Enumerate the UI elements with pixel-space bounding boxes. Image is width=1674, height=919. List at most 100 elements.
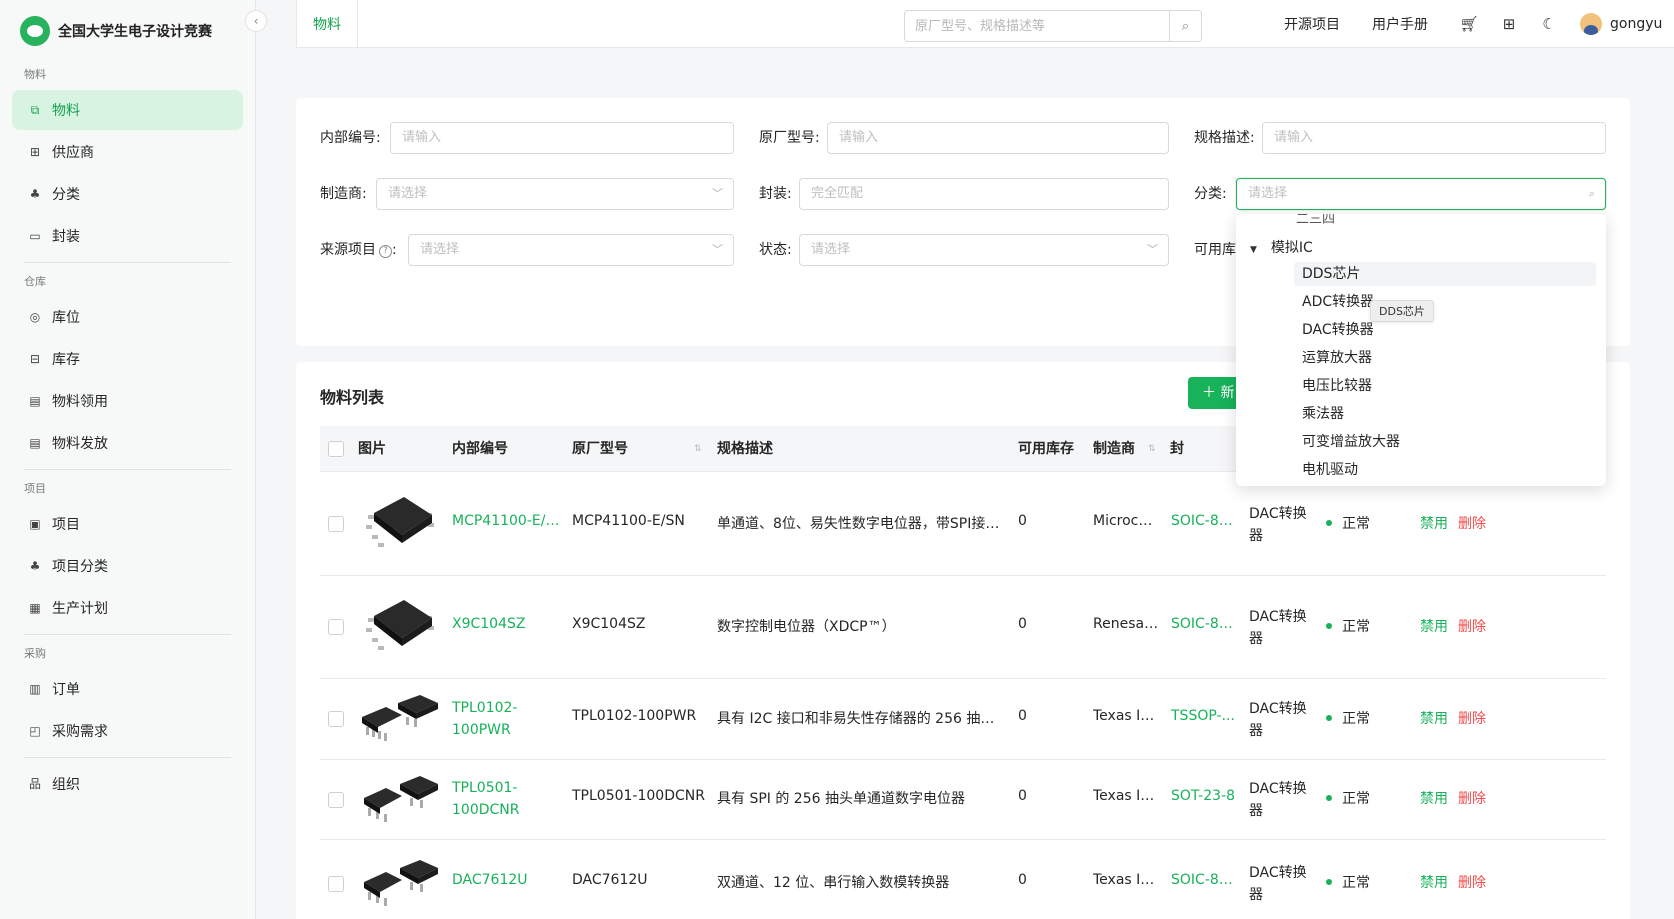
disable-button[interactable]: 禁用: [1420, 711, 1448, 727]
select-all-checkbox[interactable]: [328, 441, 344, 457]
divider: [24, 757, 231, 758]
internal-no-link[interactable]: TPL0501-100DCNR: [452, 777, 564, 821]
package-link[interactable]: TSSOP-...: [1171, 708, 1237, 724]
dropdown-item[interactable]: 运算放大器: [1294, 346, 1596, 370]
dropdown-item[interactable]: ADC转换器: [1294, 290, 1596, 314]
mfr-part-input[interactable]: 请输入: [827, 122, 1169, 154]
col-mfr-part-label: 原厂型号: [572, 441, 628, 457]
caret-down-icon[interactable]: ▼: [1250, 245, 1257, 255]
sidebar-item-package[interactable]: ▭ 封装: [12, 216, 243, 256]
moon-icon[interactable]: ☾: [1540, 15, 1558, 33]
source-project-select[interactable]: 请选择 ﹀: [408, 234, 734, 266]
package-link[interactable]: SOIC-8_...: [1171, 616, 1237, 632]
category-placeholder: 请选择: [1248, 186, 1288, 201]
dropdown-item[interactable]: 乘法器: [1294, 402, 1596, 426]
status-dot: [1326, 715, 1332, 721]
delete-button[interactable]: 删除: [1458, 791, 1486, 807]
table-row[interactable]: TPL0102-100PWR TPL0102-100PWR 具有 I2C 接口和…: [320, 679, 1606, 760]
delete-button[interactable]: 删除: [1458, 875, 1486, 891]
disable-button[interactable]: 禁用: [1420, 619, 1448, 635]
table-row[interactable]: DAC7612U DAC7612U 双通道、12 位、串行输入数模转换器 0 T…: [320, 840, 1606, 919]
dropdown-item[interactable]: 电压比较器: [1294, 374, 1596, 398]
spec-label: 规格描述:: [1194, 130, 1255, 146]
sidebar-item-project-category[interactable]: ♣ 项目分类: [12, 546, 243, 586]
package-link[interactable]: SOIC-8_...: [1171, 872, 1237, 888]
row-checkbox[interactable]: [328, 516, 344, 532]
search-input[interactable]: [905, 11, 1169, 41]
sidebar-item-purchase-demand[interactable]: ◰ 采购需求: [12, 711, 243, 751]
sidebar-item-material-request[interactable]: ▤ 物料领用: [12, 381, 243, 421]
top-links: 开源项目 用户手册 🛒︎ ⊞ ☾ gongyu: [1284, 0, 1662, 48]
table-row[interactable]: TPL0501-100DCNR TPL0501-100DCNR 具有 SPI 的…: [320, 760, 1606, 840]
sidebar-item-order[interactable]: ▥ 订单: [12, 669, 243, 709]
delete-button[interactable]: 删除: [1458, 516, 1486, 532]
internal-no-label: 内部编号:: [320, 130, 381, 146]
row-checkbox[interactable]: [328, 792, 344, 808]
sidebar-item-production-plan[interactable]: ▦ 生产计划: [12, 588, 243, 628]
sidebar-item-stock[interactable]: ⊟ 库存: [12, 339, 243, 379]
chip-image: [366, 497, 434, 547]
category-select[interactable]: 请选择 ⌕: [1236, 178, 1606, 210]
dropdown-group-analog-ic[interactable]: ▼ 模拟IC: [1250, 234, 1313, 262]
internal-no-link[interactable]: MCP41100-E/SN: [452, 513, 564, 529]
translate-icon[interactable]: ⊞: [1500, 15, 1518, 33]
category-label: 分类:: [1194, 186, 1227, 202]
sidebar-item-supplier[interactable]: ⊞ 供应商: [12, 132, 243, 172]
row-checkbox[interactable]: [328, 711, 344, 727]
package-link[interactable]: SOIC-8_...: [1171, 513, 1237, 529]
search-button[interactable]: ⌕: [1169, 11, 1201, 41]
sidebar-item-label: 物料发放: [52, 436, 108, 452]
spec-input[interactable]: 请输入: [1262, 122, 1606, 154]
dropdown-peek-item[interactable]: 二三四: [1296, 214, 1335, 227]
status-badge: 正常: [1326, 513, 1370, 533]
sidebar-item-material-issue[interactable]: ▤ 物料发放: [12, 423, 243, 463]
internal-no-input[interactable]: 请输入: [390, 122, 734, 154]
row-checkbox[interactable]: [328, 619, 344, 635]
internal-no-link[interactable]: DAC7612U: [452, 872, 564, 888]
cart-icon[interactable]: 🛒︎: [1459, 15, 1478, 33]
delete-button[interactable]: 删除: [1458, 711, 1486, 727]
sidebar-item-material[interactable]: ⧉ 物料: [12, 90, 243, 130]
col-manufacturer[interactable]: 制造商: [1093, 426, 1135, 472]
sidebar-item-label: 物料: [52, 103, 80, 119]
internal-no-link[interactable]: TPL0102-100PWR: [452, 697, 564, 741]
row-checkbox[interactable]: [328, 876, 344, 892]
sort-icon[interactable]: ⇅: [694, 426, 702, 472]
open-source-link[interactable]: 开源项目: [1284, 14, 1340, 34]
user-manual-link[interactable]: 用户手册: [1372, 14, 1428, 34]
delete-button[interactable]: 删除: [1458, 619, 1486, 635]
sidebar-item-category[interactable]: ♣ 分类: [12, 174, 243, 214]
col-internal-no: 内部编号: [452, 441, 508, 457]
sidebar-item-location[interactable]: ◎ 库位: [12, 297, 243, 337]
col-mfr-part[interactable]: 原厂型号: [572, 426, 628, 472]
dropdown-item[interactable]: DDS芯片: [1294, 262, 1596, 286]
status-select[interactable]: 请选择 ﹀: [799, 234, 1169, 266]
internal-no-link[interactable]: X9C104SZ: [452, 616, 564, 632]
sort-icon[interactable]: ⇅: [1148, 426, 1156, 472]
dropdown-item[interactable]: 电机驱动: [1294, 458, 1596, 482]
tab-material[interactable]: 物料: [296, 0, 358, 48]
sidebar-item-project[interactable]: ▣ 项目: [12, 504, 243, 544]
category: DAC转换器: [1249, 609, 1307, 647]
mfr-part: X9C104SZ: [572, 616, 646, 632]
table-row[interactable]: MCP41100-E/SN MCP41100-E/SN 单通道、8位、易失性数字…: [320, 473, 1606, 576]
package-link[interactable]: SOT-23-8: [1171, 788, 1237, 804]
network-icon: ⊞: [29, 145, 41, 159]
section-label-material: 物料: [24, 68, 46, 81]
manufacturer-select[interactable]: 请选择 ﹀: [376, 178, 734, 210]
plus-icon: ＋: [1202, 385, 1221, 401]
package-input[interactable]: 完全匹配: [799, 178, 1169, 210]
dropdown-item[interactable]: 可变增益放大器: [1294, 430, 1596, 454]
table-row[interactable]: X9C104SZ X9C104SZ 数字控制电位器（XDCP™） 0 Renes…: [320, 576, 1606, 679]
tree-icon: ♣: [29, 559, 41, 573]
help-icon[interactable]: ?: [379, 245, 392, 258]
collapse-sidebar-button[interactable]: ‹: [245, 10, 267, 32]
sidebar-item-organization[interactable]: 品组织: [12, 764, 243, 804]
disable-button[interactable]: 禁用: [1420, 791, 1448, 807]
username[interactable]: gongyu: [1610, 16, 1662, 32]
dropdown-item[interactable]: DAC转换器: [1294, 318, 1596, 342]
avatar[interactable]: [1580, 13, 1602, 35]
disable-button[interactable]: 禁用: [1420, 516, 1448, 532]
disable-button[interactable]: 禁用: [1420, 875, 1448, 891]
brand[interactable]: 全国大学生电子设计竞赛: [0, 0, 255, 62]
